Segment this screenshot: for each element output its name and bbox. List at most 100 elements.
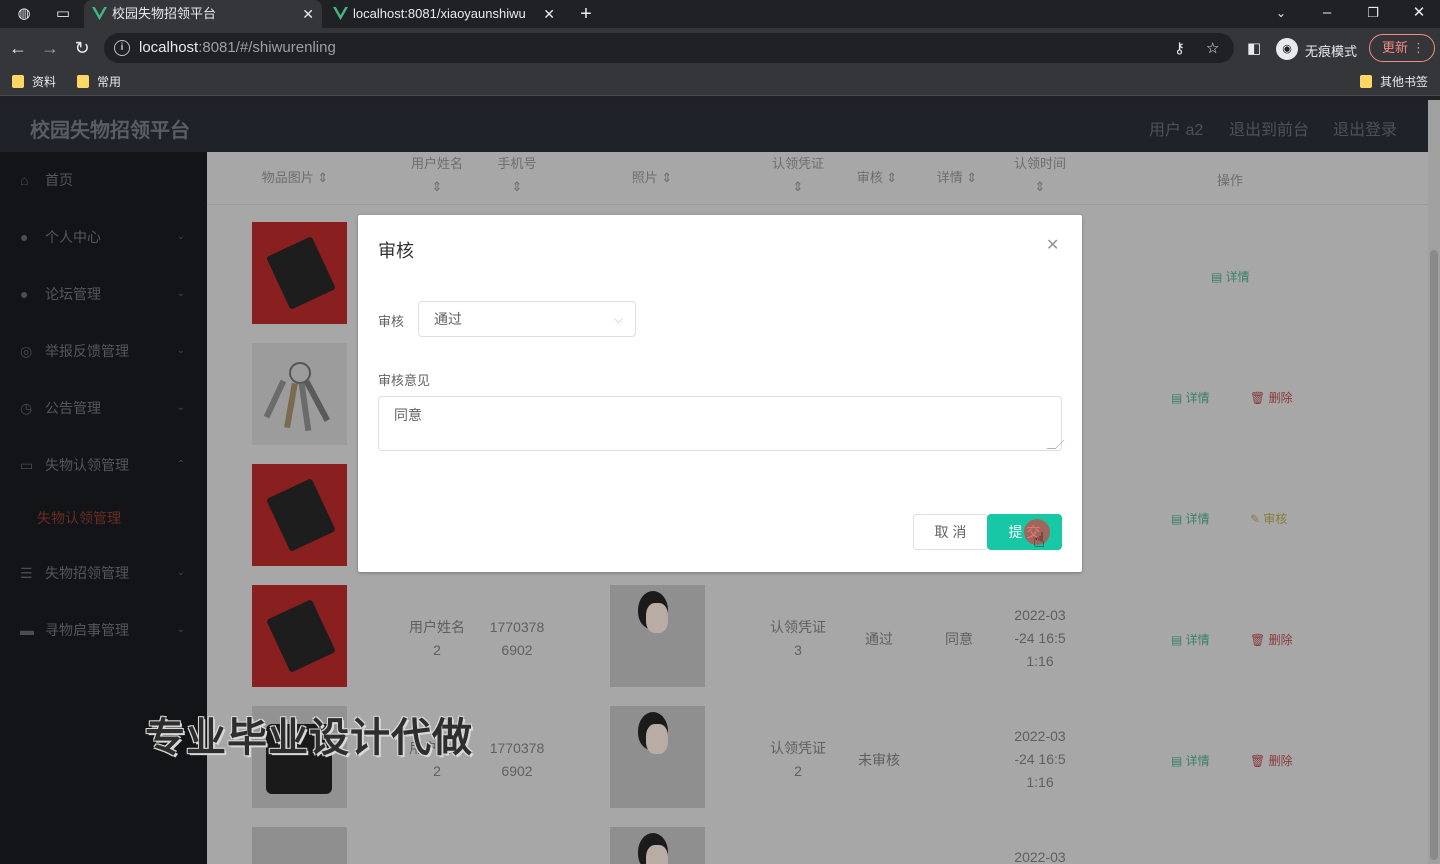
item-image[interactable]: [252, 585, 347, 687]
sidebar-item-lostfound[interactable]: ☰ 失物招领管理 ⌄: [0, 553, 207, 593]
cell-claim-time: 2022-03 -24 16:5 1:16: [1000, 604, 1080, 673]
url-text[interactable]: localhost:8081/#/shiwurenling: [139, 39, 336, 56]
sidebar-item-forum[interactable]: ● 论坛管理 ⌄: [0, 274, 207, 314]
chat-icon: ▬: [20, 622, 34, 638]
sort-icon: ⇕: [1034, 179, 1046, 194]
sidebar-item-notice[interactable]: ◷ 公告管理 ⌄: [0, 388, 207, 428]
globe-icon[interactable]: ◍: [14, 4, 34, 24]
sidebar-item-label: 失物认领管理: [37, 510, 121, 526]
detail-link[interactable]: ▤ 详情: [1171, 631, 1210, 648]
bookmarks-bar: 资料 常用 其他书签: [0, 68, 1440, 96]
front-link[interactable]: 退出到前台: [1229, 116, 1309, 140]
divider: [207, 204, 1440, 205]
chevron-down-icon: ⌄: [176, 345, 185, 356]
header-label: 操作: [1216, 173, 1243, 188]
header-username[interactable]: 用户姓名 ⇕: [397, 152, 477, 198]
close-window-icon[interactable]: ✕: [1396, 0, 1440, 28]
chevron-down-icon: ⌄: [176, 402, 185, 413]
header-audit[interactable]: 审核 ⇕: [837, 166, 917, 189]
close-icon[interactable]: ✕: [302, 0, 314, 28]
minimize-icon[interactable]: –: [1304, 0, 1350, 28]
bookmark-folder[interactable]: 资料: [12, 74, 56, 90]
detail-link[interactable]: ▤ 详情: [1171, 389, 1210, 406]
scrollbar-thumb[interactable]: [1430, 250, 1438, 860]
sidebar-item-home[interactable]: ⌂ 首页: [0, 160, 207, 200]
chevron-down-icon[interactable]: ⌄: [1258, 0, 1304, 28]
url-path: :8081/#/shiwurenling: [198, 39, 336, 56]
sidebar-item-label: 失物认领管理: [45, 457, 129, 473]
user-photo[interactable]: [610, 827, 705, 864]
forward-icon[interactable]: →: [38, 36, 62, 60]
home-icon: ⌂: [20, 172, 29, 188]
opinion-label: 审核意见: [378, 373, 431, 388]
detail-icon: ▤: [1211, 270, 1226, 284]
other-bookmarks[interactable]: 其他书签: [1360, 74, 1428, 90]
update-button[interactable]: 更新 ⋮: [1369, 34, 1435, 62]
cell-claim-time: 2022-03 -24 16:5 1:16: [1000, 725, 1080, 794]
sidebar-subitem-claim[interactable]: 失物认领管理: [0, 498, 207, 538]
logout-link[interactable]: 退出登录: [1333, 116, 1397, 140]
close-icon[interactable]: ✕: [1046, 235, 1059, 255]
audit-link[interactable]: ✎ 审核: [1250, 510, 1287, 527]
header-proof[interactable]: 认领凭证 ⇕: [758, 152, 838, 198]
close-icon[interactable]: ✕: [543, 0, 555, 28]
user-icon: ●: [20, 286, 29, 302]
bookmark-folder[interactable]: 常用: [77, 74, 121, 90]
header-phone[interactable]: 手机号 ⇕: [477, 152, 557, 198]
sidebar-item-search[interactable]: ▬ 寻物启事管理 ⌄: [0, 610, 207, 650]
more-icon: ⋮: [1412, 40, 1425, 55]
restore-icon[interactable]: ❐: [1350, 0, 1396, 28]
header-image[interactable]: 物品图片 ⇕: [255, 166, 335, 189]
delete-link[interactable]: 🗑 删除: [1250, 631, 1293, 648]
item-image[interactable]: [252, 343, 347, 445]
cancel-button[interactable]: 取 消: [913, 514, 988, 550]
key-icon[interactable]: ⚷: [1174, 39, 1185, 57]
detail-icon: ▤: [1171, 512, 1186, 526]
header-label: 用户姓名: [410, 156, 463, 171]
cell-text: 1:16: [1026, 774, 1054, 790]
opinion-textarea[interactable]: 同意: [378, 396, 1062, 451]
delete-link[interactable]: 🗑 删除: [1250, 389, 1293, 406]
reload-icon[interactable]: ↻: [70, 36, 94, 60]
back-icon[interactable]: ←: [6, 36, 30, 60]
tab-inactive[interactable]: localhost:8081/xiaoyaunshiwu ✕: [325, 0, 563, 28]
star-icon[interactable]: ☆: [1206, 39, 1219, 57]
dialog-title: 审核: [378, 241, 414, 261]
info-icon[interactable]: i: [114, 40, 130, 56]
cell-text: -24 16:5: [1014, 751, 1066, 767]
browser-tabbar: ◍ ▭ 校园失物招领平台 ✕ localhost:8081/xiaoyaunsh…: [0, 0, 1440, 28]
cell-username: 用户姓名 2: [397, 616, 477, 662]
chevron-down-icon: ⌄: [176, 288, 185, 299]
item-image[interactable]: [252, 464, 347, 566]
header-label: 手机号: [497, 156, 537, 171]
cell-detail: 同意: [945, 631, 973, 647]
item-image[interactable]: [252, 222, 347, 324]
sidebar-item-report[interactable]: ◎ 举报反馈管理 ⌄: [0, 331, 207, 371]
chevron-down-icon: ⌄: [176, 567, 185, 578]
tab-active[interactable]: 校园失物招领平台 ✕: [84, 0, 322, 28]
sidebar-item-claim[interactable]: ▭ 失物认领管理 ⌃: [0, 445, 207, 485]
new-tab-icon[interactable]: +: [576, 4, 596, 24]
delete-link[interactable]: 🗑 删除: [1250, 752, 1293, 769]
user-photo[interactable]: [610, 706, 705, 808]
trash-icon: 🗑: [1250, 391, 1269, 405]
sidepanel-icon[interactable]: ◧: [1247, 39, 1261, 57]
header-photo[interactable]: 照片 ⇕: [612, 166, 692, 189]
tab-search-icon[interactable]: ▭: [53, 4, 73, 24]
cell-proof: 认领凭证 3: [758, 616, 838, 662]
sort-icon: ⇕: [317, 170, 329, 185]
detail-link[interactable]: ▤ 详情: [1171, 752, 1210, 769]
user-photo[interactable]: [610, 585, 705, 687]
audit-select[interactable]: 通过 ⌵: [418, 301, 636, 337]
address-bar[interactable]: i localhost:8081/#/shiwurenling ⚷ ☆: [104, 33, 1234, 63]
item-image[interactable]: [252, 827, 347, 864]
detail-link[interactable]: ▤ 详情: [1211, 268, 1250, 285]
sidebar-item-profile[interactable]: ● 个人中心 ⌄: [0, 217, 207, 257]
incognito-icon[interactable]: ◉: [1276, 38, 1298, 60]
header-claim-time[interactable]: 认领时间 ⇕: [1000, 152, 1080, 198]
header-detail[interactable]: 详情 ⇕: [917, 166, 997, 189]
detail-link[interactable]: ▤ 详情: [1171, 510, 1210, 527]
sidebar-item-label: 个人中心: [45, 229, 101, 245]
sort-icon: ⇕: [886, 170, 898, 185]
card-icon: ▭: [20, 457, 34, 473]
